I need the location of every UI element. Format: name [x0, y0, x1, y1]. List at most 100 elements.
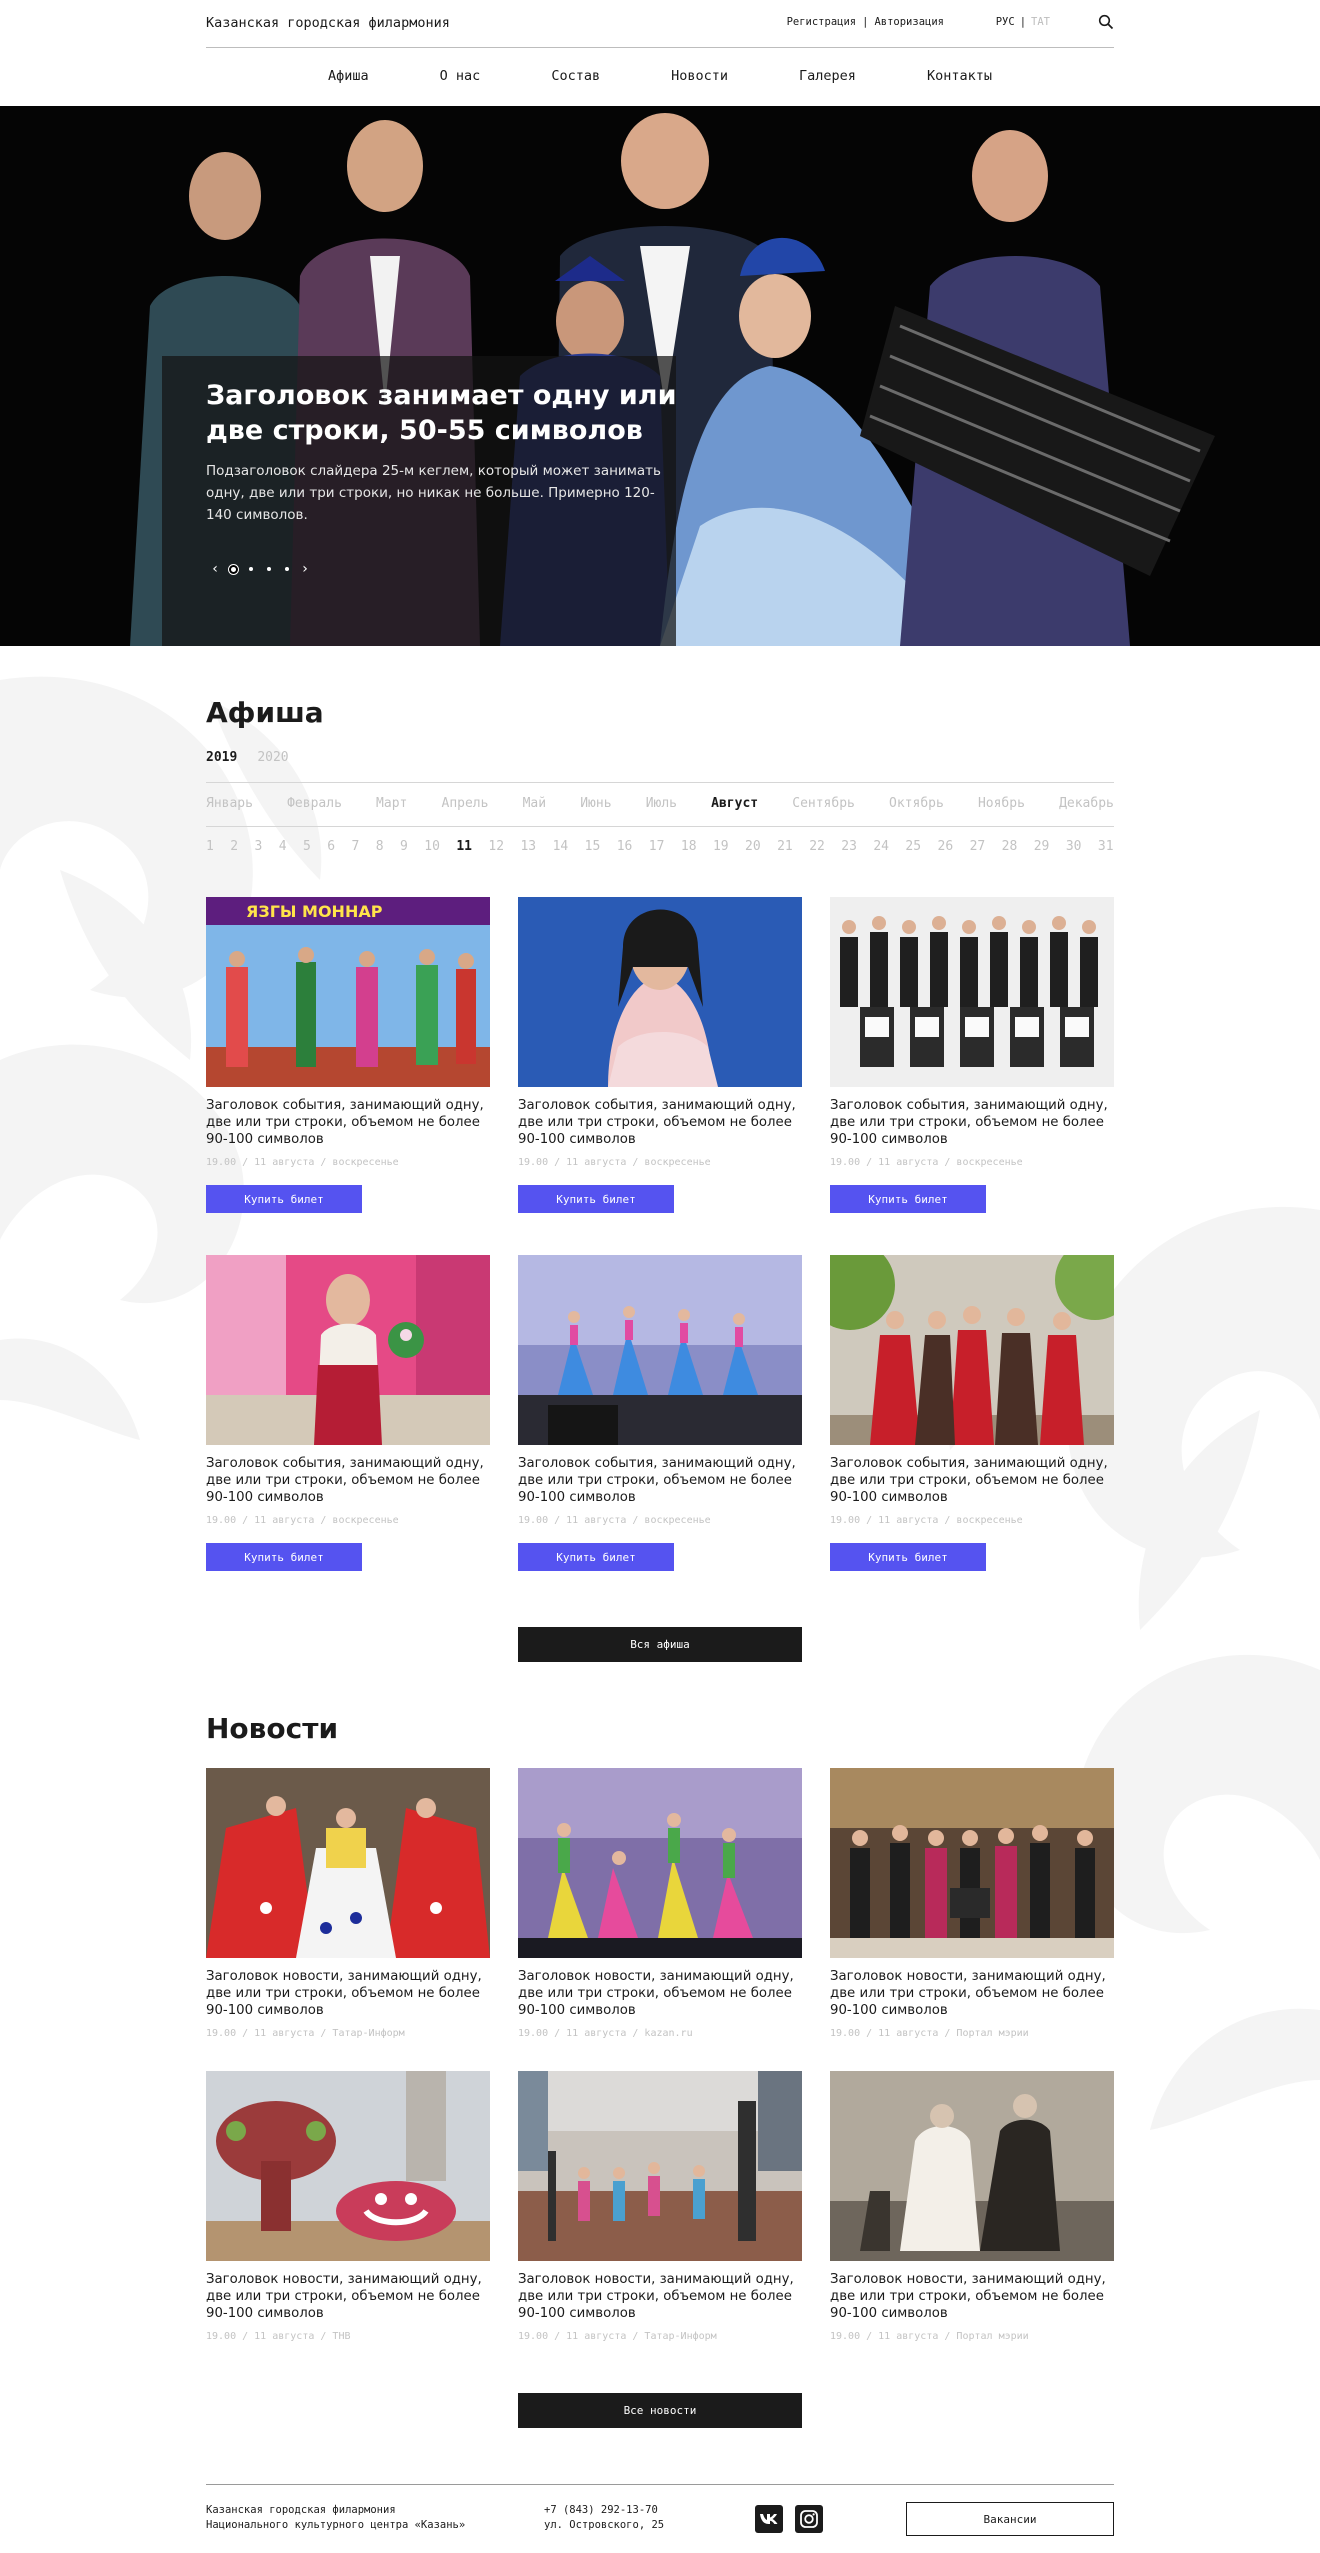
event-card[interactable]: Заголовок события, занимающий одну, две … [518, 1255, 802, 1571]
day-item[interactable]: 14 [553, 839, 569, 854]
slider-dot[interactable] [224, 560, 242, 578]
news-headline[interactable]: Заголовок новости, занимающий одну, две … [830, 2271, 1114, 2323]
event-photo[interactable] [206, 1255, 490, 1445]
event-photo[interactable] [830, 1255, 1114, 1445]
day-item[interactable]: 12 [488, 839, 504, 854]
news-photo[interactable] [206, 1768, 490, 1958]
month-item[interactable]: Февраль [287, 796, 342, 811]
event-photo[interactable] [518, 1255, 802, 1445]
day-item[interactable]: 17 [649, 839, 665, 854]
day-item[interactable]: 2 [230, 839, 238, 854]
buy-ticket-button[interactable]: Купить билет [206, 1543, 362, 1571]
month-item[interactable]: Май [523, 796, 546, 811]
buy-ticket-button[interactable]: Купить билет [518, 1543, 674, 1571]
year-2020[interactable]: 2020 [257, 750, 288, 765]
event-title[interactable]: Заголовок события, занимающий одну, две … [518, 1097, 802, 1149]
buy-ticket-button[interactable]: Купить билет [830, 1543, 986, 1571]
day-item[interactable]: 23 [841, 839, 857, 854]
nav-item-staff[interactable]: Состав [551, 68, 600, 84]
month-item[interactable]: Ноябрь [978, 796, 1025, 811]
event-title[interactable]: Заголовок события, занимающий одну, две … [206, 1455, 490, 1507]
lang-ru[interactable]: РУС [996, 16, 1015, 28]
buy-ticket-button[interactable]: Купить билет [830, 1185, 986, 1213]
nav-item-contacts[interactable]: Контакты [927, 68, 992, 84]
day-item[interactable]: 4 [279, 839, 287, 854]
event-title[interactable]: Заголовок события, занимающий одну, две … [518, 1455, 802, 1507]
news-photo[interactable] [518, 2071, 802, 2261]
slider-prev-button[interactable]: ‹ [206, 561, 224, 577]
event-photo[interactable]: ЯЗГЫ МОННАР [206, 897, 490, 1087]
event-title[interactable]: Заголовок события, занимающий одну, две … [830, 1455, 1114, 1507]
news-card[interactable]: Заголовок новости, занимающий одну, две … [518, 1768, 802, 2039]
day-item[interactable]: 16 [617, 839, 633, 854]
all-news-button[interactable]: Все новости [518, 2393, 802, 2428]
event-card[interactable]: Заголовок события, занимающий одну, две … [830, 897, 1114, 1213]
day-item[interactable]: 5 [303, 839, 311, 854]
buy-ticket-button[interactable]: Купить билет [518, 1185, 674, 1213]
day-item[interactable]: 26 [938, 839, 954, 854]
instagram-icon[interactable] [795, 2505, 823, 2533]
lang-tat[interactable]: TAT [1031, 16, 1050, 28]
login-link[interactable]: Авторизация [874, 16, 944, 28]
nav-item-gallery[interactable]: Галерея [799, 68, 856, 84]
month-item[interactable]: Август [711, 796, 758, 811]
day-item[interactable]: 7 [352, 839, 360, 854]
news-card[interactable]: Заголовок новости, занимающий одну, две … [518, 2071, 802, 2342]
year-2019[interactable]: 2019 [206, 750, 237, 765]
vacancies-button[interactable]: Вакансии [906, 2502, 1114, 2536]
day-item[interactable]: 11 [456, 839, 472, 854]
event-card[interactable]: Заголовок события, занимающий одну, две … [830, 1255, 1114, 1571]
month-item[interactable]: Июнь [580, 796, 611, 811]
month-item[interactable]: Январь [206, 796, 253, 811]
event-card[interactable]: ЯЗГЫ МОННАР Заголовок события, занимающи… [206, 897, 490, 1213]
slider-dot[interactable] [242, 560, 260, 578]
footer-phone[interactable]: +7 (843) 292-13-70 [544, 2503, 664, 2518]
nav-item-about[interactable]: О нас [440, 68, 481, 84]
news-headline[interactable]: Заголовок новости, занимающий одну, две … [830, 1968, 1114, 2020]
day-item[interactable]: 8 [376, 839, 384, 854]
day-item[interactable]: 29 [1034, 839, 1050, 854]
month-item[interactable]: Апрель [442, 796, 489, 811]
site-brand[interactable]: Казанская городская филармония [206, 15, 450, 31]
nav-item-afisha[interactable]: Афиша [328, 68, 369, 84]
day-item[interactable]: 9 [400, 839, 408, 854]
slider-dot[interactable] [278, 560, 296, 578]
day-item[interactable]: 13 [520, 839, 536, 854]
news-headline[interactable]: Заголовок новости, занимающий одну, две … [206, 1968, 490, 2020]
day-item[interactable]: 6 [327, 839, 335, 854]
news-card[interactable]: Заголовок новости, занимающий одну, две … [830, 2071, 1114, 2342]
news-headline[interactable]: Заголовок новости, занимающий одну, две … [518, 1968, 802, 2020]
search-icon[interactable] [1098, 14, 1114, 30]
day-item[interactable]: 3 [255, 839, 263, 854]
buy-ticket-button[interactable]: Купить билет [206, 1185, 362, 1213]
news-card[interactable]: Заголовок новости, занимающий одну, две … [206, 2071, 490, 2342]
day-item[interactable]: 30 [1066, 839, 1082, 854]
day-item[interactable]: 28 [1002, 839, 1018, 854]
day-item[interactable]: 31 [1098, 839, 1114, 854]
event-title[interactable]: Заголовок события, занимающий одну, две … [830, 1097, 1114, 1149]
register-link[interactable]: Регистрация [787, 16, 857, 28]
vk-icon[interactable] [755, 2505, 783, 2533]
news-photo[interactable] [830, 1768, 1114, 1958]
news-headline[interactable]: Заголовок новости, занимающий одну, две … [518, 2271, 802, 2323]
news-headline[interactable]: Заголовок новости, занимающий одну, две … [206, 2271, 490, 2323]
event-title[interactable]: Заголовок события, занимающий одну, две … [206, 1097, 490, 1149]
month-item[interactable]: Июль [646, 796, 677, 811]
day-item[interactable]: 25 [905, 839, 921, 854]
news-card[interactable]: Заголовок новости, занимающий одну, две … [830, 1768, 1114, 2039]
nav-item-news[interactable]: Новости [671, 68, 728, 84]
day-item[interactable]: 18 [681, 839, 697, 854]
all-events-button[interactable]: Вся афиша [518, 1627, 802, 1662]
day-item[interactable]: 20 [745, 839, 761, 854]
slider-dot[interactable] [260, 560, 278, 578]
day-item[interactable]: 19 [713, 839, 729, 854]
event-photo[interactable] [518, 897, 802, 1087]
month-item[interactable]: Март [376, 796, 407, 811]
news-photo[interactable] [830, 2071, 1114, 2261]
day-item[interactable]: 22 [809, 839, 825, 854]
event-card[interactable]: Заголовок события, занимающий одну, две … [206, 1255, 490, 1571]
day-item[interactable]: 21 [777, 839, 793, 854]
day-item[interactable]: 24 [873, 839, 889, 854]
day-item[interactable]: 10 [424, 839, 440, 854]
slider-next-button[interactable]: › [296, 561, 314, 577]
